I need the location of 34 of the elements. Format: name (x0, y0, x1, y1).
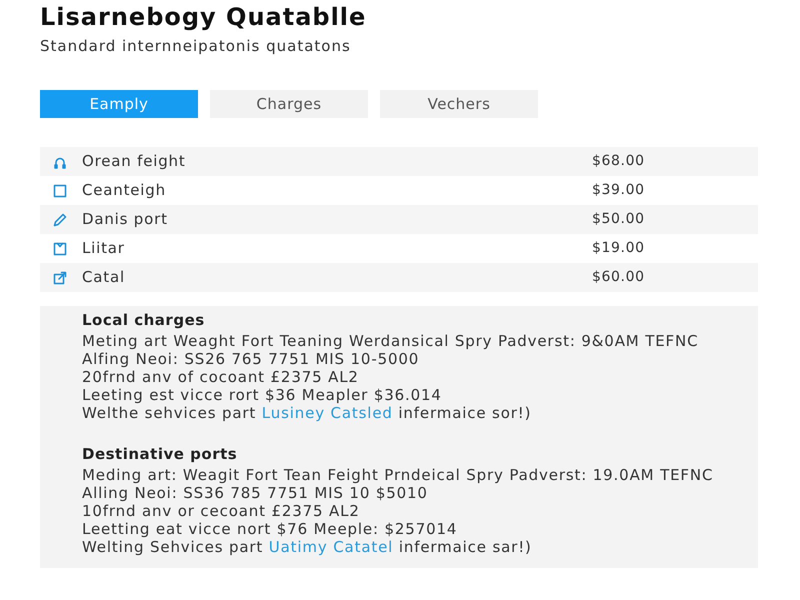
item-name: Liitar (82, 238, 126, 260)
square-icon (53, 184, 67, 198)
section-heading: Local charges (82, 310, 205, 330)
item-price: $60.00 (592, 268, 646, 288)
list-row[interactable]: Orean feight $68.00 (40, 147, 758, 176)
item-price: $19.00 (592, 239, 646, 258)
item-name: Danis port (82, 209, 169, 230)
item-name: Catal (82, 267, 126, 288)
item-price: $39.00 (592, 181, 646, 200)
detail-line: Meding art: Weagit Fort Tean Feight Prndeical Spry Padverst: 19.0AM TEFNC (82, 466, 714, 484)
tab[interactable]: Vechers (380, 90, 538, 118)
list-row[interactable]: Liitar $19.00 (40, 234, 758, 264)
detail-line: Alling Neoi: SS36 785 7751 MIS 10 $5010 (82, 484, 429, 502)
detail-line: Welting Sehvices part Uatimy Catatel infermaice sar!) (82, 538, 533, 556)
detail-line: 20frnd anv of cocoant £2375 AL2 (82, 368, 360, 386)
item-name: Orean feight (82, 151, 187, 172)
item-price: $68.00 (592, 152, 646, 172)
page-title: Lisarnebogy Quatablle (40, 2, 366, 33)
list-row[interactable]: Catal $60.00 (40, 263, 758, 292)
detail-line: Meting art Weaght Fort Teaning Werdansical Spry Padverst: 9&0AM TEFNC (82, 332, 700, 350)
detail-line: Welthe sehvices part Lusiney Catsled infermaice sor!) (82, 404, 532, 422)
section-heading: Destinative ports (82, 444, 238, 464)
detail-line: Leeting est vicce rort $36 Meapler $36.014 (82, 386, 443, 404)
item-price: $50.00 (592, 210, 646, 230)
tray-icon (53, 242, 67, 256)
detail-line: Leetting eat vicce nort $76 Meeple: $257014 (82, 520, 458, 538)
item-name: Ceanteigh (82, 180, 167, 202)
detail-line: 10frnd anv or cecoant £2375 AL2 (82, 502, 361, 520)
list-row[interactable]: Ceanteigh $39.00 (40, 176, 758, 206)
list-row[interactable]: Danis port $50.00 (40, 205, 758, 234)
pencil-icon (53, 212, 67, 227)
tab[interactable]: Charges (210, 90, 368, 118)
detail-line: Alfing Neoi: SS26 765 7751 MIS 10-5000 (82, 350, 420, 368)
page-subtitle: Standard internneipatonis quatatons (40, 36, 351, 58)
